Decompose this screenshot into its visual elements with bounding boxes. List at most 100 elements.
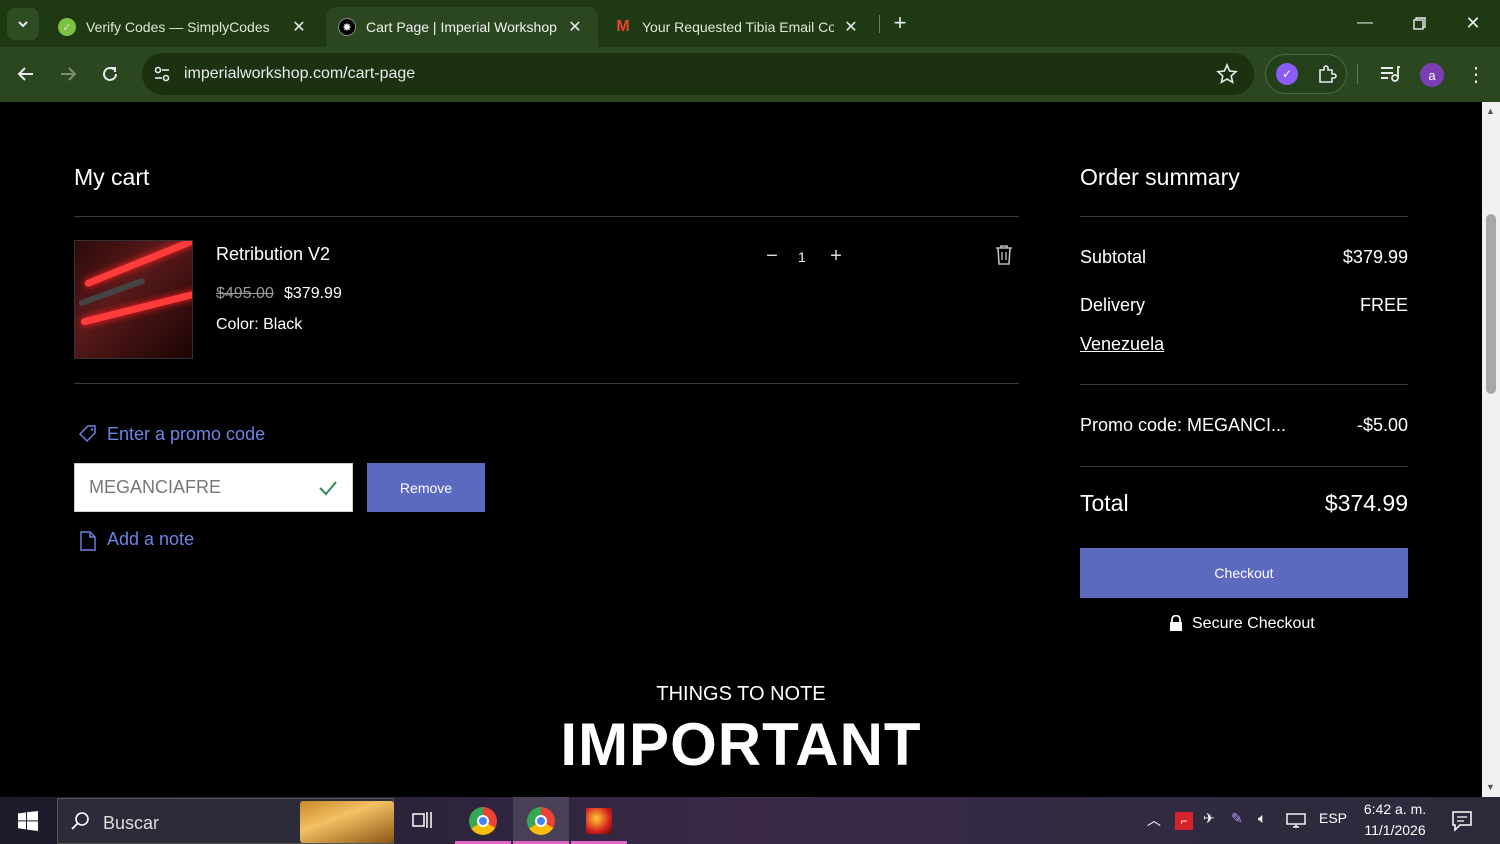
total-value: $374.99	[1324, 490, 1408, 516]
scroll-down-arrow-icon[interactable]: ▼	[1486, 782, 1495, 792]
promo-code-field[interactable]	[74, 463, 353, 512]
search-icon	[71, 812, 89, 830]
minimize-button[interactable]: —	[1352, 10, 1378, 36]
lock-icon	[1170, 615, 1182, 631]
taskbar-search[interactable]: Buscar	[57, 798, 394, 844]
tag-icon	[78, 425, 96, 443]
close-tab-icon[interactable]: ✕	[290, 17, 308, 37]
total-label: Total	[1080, 490, 1129, 516]
enter-promo-link[interactable]: Enter a promo code	[107, 424, 265, 445]
taskbar-chrome-profile-1[interactable]	[455, 797, 511, 844]
windows-start-icon[interactable]	[18, 811, 38, 831]
toolbar-divider	[1357, 64, 1358, 84]
reload-icon	[103, 66, 117, 81]
profile-avatar[interactable]: a	[1420, 63, 1444, 87]
clock-time[interactable]: 6:42 a. m.	[1352, 801, 1438, 817]
tab-title: Your Requested Tibia Email Cod	[642, 19, 834, 35]
tab-gmail[interactable]: M Your Requested Tibia Email Cod ✕	[602, 7, 874, 47]
chrome-icon	[469, 806, 497, 835]
tab-title: Verify Codes — SimplyCodes	[86, 19, 270, 35]
product-price: $379.99	[284, 285, 342, 302]
clock-date[interactable]: 11/1/2026	[1352, 822, 1438, 838]
browser-tab-strip: ✓ Verify Codes — SimplyCodes ✕ ✸ Cart Pa…	[0, 0, 1500, 47]
search-placeholder: Buscar	[103, 813, 160, 833]
cart-page: My cart Retribution V2 $495.00 $379.99 C…	[0, 102, 1482, 797]
extensions-pill: ✓	[1265, 54, 1347, 94]
scrollbar-thumb[interactable]	[1486, 214, 1496, 394]
bookmark-star-icon[interactable]	[1216, 63, 1238, 85]
simplycodes-extension-icon[interactable]: ✓	[1276, 63, 1298, 85]
checkout-button[interactable]: Checkout	[1080, 548, 1408, 598]
close-icon: ✕	[1465, 12, 1481, 33]
task-view-icon[interactable]	[411, 809, 433, 831]
promo-code-summary-label: Promo code: MEGANCI...	[1080, 415, 1287, 435]
page-scrollbar[interactable]: ▲ ▼	[1482, 102, 1500, 797]
forward-button[interactable]	[52, 58, 84, 90]
site-settings-icon[interactable]	[152, 64, 172, 84]
close-tab-icon[interactable]: ✕	[842, 17, 860, 37]
things-to-note-subheading: THINGS TO NOTE	[656, 683, 826, 705]
amd-tray-icon[interactable]: ⌐	[1175, 812, 1193, 830]
url-text[interactable]: imperialworkshop.com/cart-page	[184, 65, 415, 83]
airplane-icon[interactable]: ✈	[1203, 810, 1215, 827]
product-color: Color: Black	[216, 316, 303, 333]
chrome-icon	[527, 806, 555, 835]
close-window-button[interactable]: ✕	[1460, 10, 1486, 36]
address-bar[interactable]: imperialworkshop.com/cart-page	[142, 53, 1254, 95]
puzzle-piece-icon[interactable]	[1316, 63, 1338, 85]
cart-heading: My cart	[74, 164, 150, 190]
close-tab-icon[interactable]: ✕	[566, 17, 584, 37]
volume-icon[interactable]: 🔈︎	[1258, 810, 1266, 827]
feather-tray-icon[interactable]: ✎	[1231, 810, 1243, 827]
product-image[interactable]	[74, 240, 193, 359]
increase-quantity-button[interactable]: +	[826, 245, 846, 268]
tab-simplycodes[interactable]: ✓ Verify Codes — SimplyCodes ✕	[46, 7, 322, 47]
network-icon[interactable]	[1286, 812, 1306, 828]
promo-discount-value: -$5.00	[1356, 415, 1408, 435]
product-old-price: $495.00	[216, 285, 274, 302]
trash-icon[interactable]	[994, 244, 1014, 266]
promo-code-input[interactable]	[75, 464, 315, 511]
delivery-country-link[interactable]: Venezuela	[1080, 334, 1164, 355]
check-icon	[319, 481, 337, 496]
notifications-icon[interactable]	[1451, 810, 1473, 832]
divider	[74, 216, 1019, 217]
show-hidden-icons-chevron-up-icon[interactable]: ︿	[1147, 810, 1161, 830]
taskbar-game-app[interactable]	[571, 797, 627, 844]
important-heading: IMPORTANT	[560, 711, 922, 778]
arrow-right-icon	[61, 67, 77, 81]
back-button[interactable]	[10, 58, 42, 90]
taskbar-chrome-profile-2[interactable]	[513, 797, 569, 844]
game-app-icon	[586, 807, 612, 834]
browser-toolbar: imperialworkshop.com/cart-page ✓ a ⋮	[0, 47, 1500, 102]
plus-icon: +	[893, 10, 907, 35]
restore-icon	[1412, 16, 1426, 30]
order-summary-heading: Order summary	[1080, 164, 1240, 190]
note-document-icon	[80, 531, 96, 551]
tab-imperial-workshop[interactable]: ✸ Cart Page | Imperial Workshop ✕	[326, 7, 598, 47]
tab-title: Cart Page | Imperial Workshop	[366, 19, 557, 35]
delivery-value: FREE	[1359, 295, 1408, 315]
chevron-down-icon	[18, 21, 28, 28]
divider	[74, 383, 1019, 384]
tab-search-button[interactable]	[7, 8, 39, 40]
new-tab-button[interactable]: +	[887, 10, 913, 36]
language-indicator[interactable]: ESP	[1319, 810, 1347, 826]
kebab-menu-icon[interactable]: ⋮	[1466, 62, 1486, 88]
subtotal-label: Subtotal	[1080, 247, 1147, 267]
restore-button[interactable]	[1406, 10, 1432, 36]
quantity-value[interactable]: 1	[798, 249, 806, 265]
reload-button[interactable]	[94, 58, 126, 90]
tab-divider	[879, 15, 880, 33]
delivery-label: Delivery	[1080, 295, 1146, 315]
decrease-quantity-button[interactable]: −	[762, 245, 782, 268]
scroll-up-arrow-icon[interactable]: ▲	[1486, 106, 1495, 116]
add-note-link[interactable]: Add a note	[107, 529, 194, 550]
subtotal-value: $379.99	[1342, 247, 1408, 267]
product-name[interactable]: Retribution V2	[216, 244, 330, 265]
media-control-icon[interactable]	[1379, 64, 1401, 84]
windows-taskbar: Buscar ︿ ⌐ ✈ ✎ 🔈︎ ESP 6:42 a. m. 11/1/20…	[0, 797, 1500, 844]
remove-promo-button[interactable]: Remove	[367, 463, 485, 512]
divider	[1080, 466, 1408, 467]
arrow-left-icon	[17, 67, 33, 81]
